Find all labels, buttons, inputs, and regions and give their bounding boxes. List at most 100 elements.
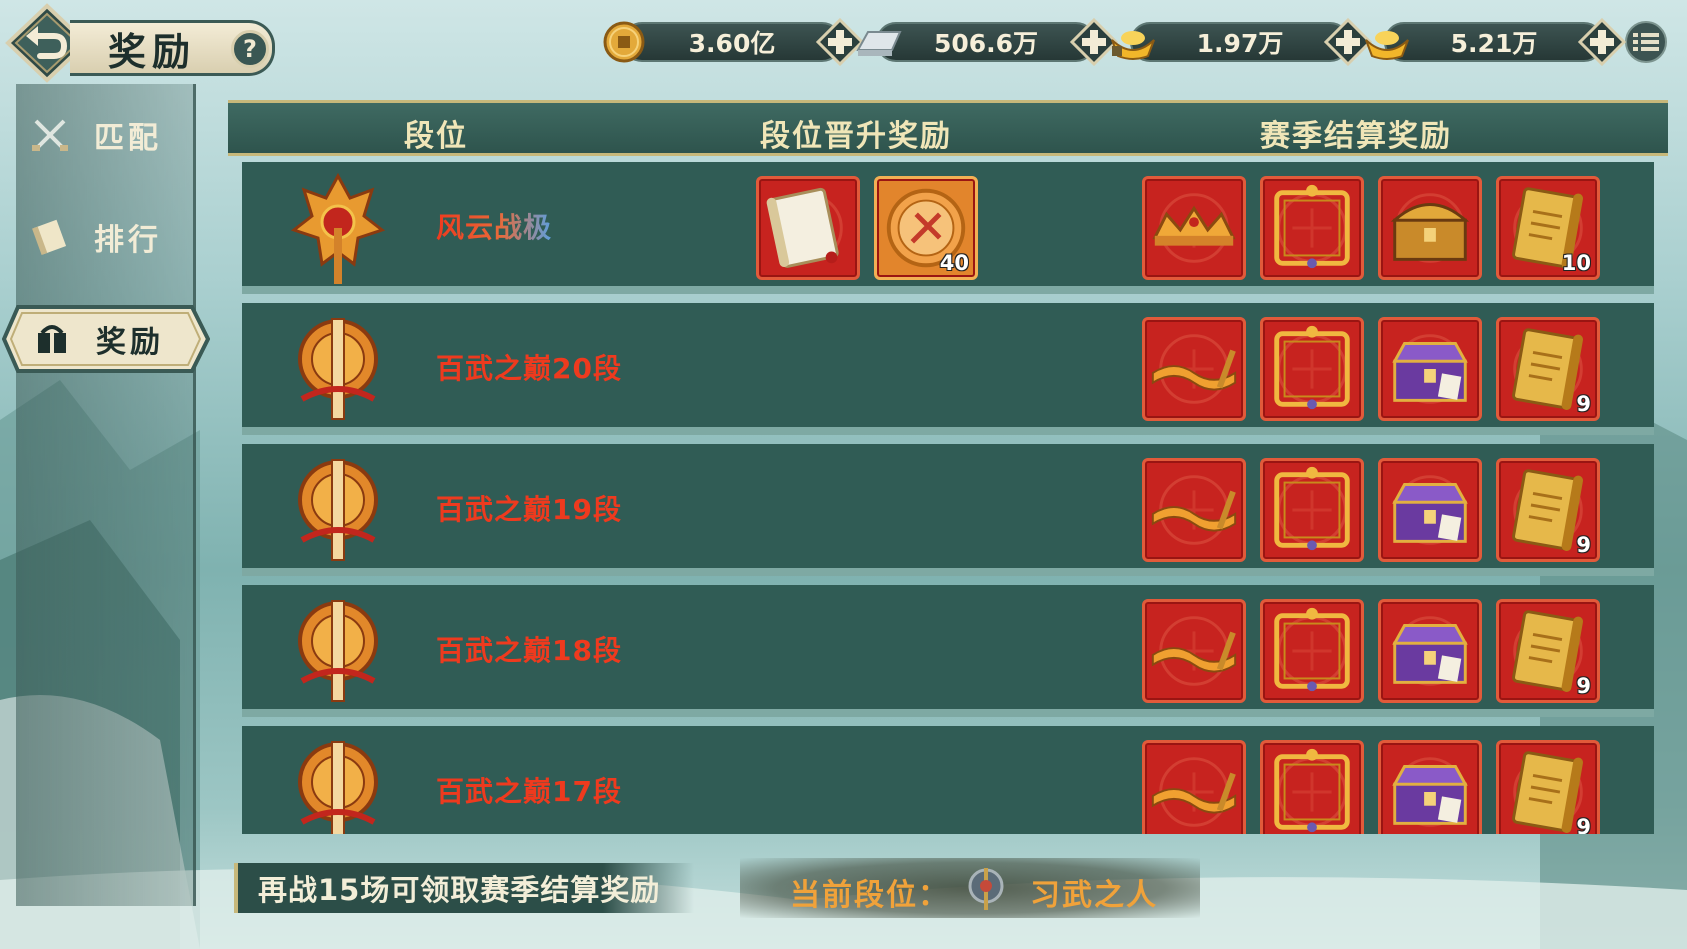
rank-emblem-icon bbox=[298, 318, 378, 420]
golden-banner-icon bbox=[1151, 616, 1237, 686]
reward-item-tile[interactable] bbox=[1142, 458, 1246, 562]
purple-chest-icon bbox=[1392, 616, 1468, 686]
sidebar-item-match[interactable]: 匹配 bbox=[0, 100, 200, 170]
reward-item-tile[interactable] bbox=[1260, 599, 1364, 703]
purple-chest-icon bbox=[1392, 757, 1468, 827]
currency-value: 5.21万 bbox=[1450, 29, 1538, 58]
reward-item-tile[interactable] bbox=[1260, 458, 1364, 562]
table-row[interactable]: 百武之巅20段 9 bbox=[242, 303, 1654, 435]
scroll-icon bbox=[32, 219, 67, 255]
table-row[interactable]: 风云战极 40 10 bbox=[242, 162, 1654, 294]
reward-item-tile[interactable]: 10 bbox=[1496, 176, 1600, 280]
reward-count: 40 bbox=[939, 251, 969, 275]
currency-value: 3.60亿 bbox=[688, 29, 776, 58]
reward-item-tile[interactable] bbox=[1142, 599, 1246, 703]
currency-silver: 506.6万 bbox=[854, 18, 1118, 66]
help-icon: ? bbox=[243, 35, 257, 63]
table-header: 段位 段位晋升奖励 赛季结算奖励 bbox=[228, 100, 1668, 156]
rank-name: 百武之巅18段 bbox=[436, 634, 622, 667]
reward-item-tile[interactable] bbox=[1142, 317, 1246, 421]
reward-item-tile[interactable]: 9 bbox=[1496, 317, 1600, 421]
gold-ingot-locked-icon bbox=[1111, 31, 1155, 60]
rank-emblem-icon bbox=[298, 741, 378, 834]
sidebar-item-label: 匹配 bbox=[94, 121, 162, 156]
sidebar-item-reward[interactable]: 奖励 bbox=[2, 304, 210, 374]
gold-ingot-icon bbox=[1365, 31, 1409, 60]
purple-chest-icon bbox=[1392, 334, 1468, 404]
currency-value-pill: 3.60亿 bbox=[622, 22, 842, 62]
table-body[interactable]: 风云战极 40 10 百武之巅20段 9 百武之巅19段 9 百武之巅18段 9 百武之巅17段 9 bbox=[242, 162, 1654, 834]
reward-item-tile[interactable] bbox=[1378, 599, 1482, 703]
current-rank-name: 习武之人 bbox=[1030, 878, 1158, 913]
reward-item-tile[interactable]: 9 bbox=[1496, 458, 1600, 562]
remaining-matches-banner: 再战15场可领取赛季结算奖励 bbox=[234, 863, 694, 913]
rank-emblem-icon bbox=[290, 172, 386, 284]
reward-item-tile[interactable] bbox=[1260, 740, 1364, 834]
reward-item-tile[interactable] bbox=[1260, 176, 1364, 280]
reward-item-tile[interactable] bbox=[1378, 740, 1482, 834]
purple-chest-icon bbox=[1392, 475, 1468, 545]
list-menu-icon bbox=[1633, 33, 1659, 51]
reward-count: 9 bbox=[1576, 674, 1591, 698]
menu-button[interactable] bbox=[1625, 21, 1667, 63]
reward-item-tile[interactable] bbox=[1260, 317, 1364, 421]
reward-count: 9 bbox=[1576, 815, 1591, 834]
ornate-frame-icon bbox=[1274, 325, 1350, 410]
currency-value: 1.97万 bbox=[1196, 29, 1284, 58]
reward-icon bbox=[38, 325, 66, 353]
reward-item-tile[interactable] bbox=[1378, 176, 1482, 280]
current-rank-label: 当前段位： bbox=[790, 878, 950, 913]
reward-count: 9 bbox=[1576, 533, 1591, 557]
golden-banner-icon bbox=[1151, 475, 1237, 545]
ornate-frame-icon bbox=[1274, 748, 1350, 833]
table-row[interactable]: 百武之巅19段 9 bbox=[242, 444, 1654, 576]
sidebar-item-ranking[interactable]: 排行 bbox=[0, 202, 200, 272]
rank-emblem-icon bbox=[298, 600, 378, 702]
reward-item-tile[interactable] bbox=[1378, 317, 1482, 421]
copper-coin-icon bbox=[603, 21, 645, 63]
currency-copper: 3.60亿 bbox=[600, 18, 864, 66]
current-rank-banner: 当前段位： 习武之人 bbox=[740, 858, 1200, 918]
reward-item-tile[interactable]: 9 bbox=[1496, 599, 1600, 703]
table-row[interactable]: 百武之巅18段 9 bbox=[242, 585, 1654, 717]
help-button[interactable]: ? bbox=[231, 30, 269, 68]
currency-gold: 5.21万 bbox=[1362, 18, 1626, 66]
ornate-frame-icon bbox=[1274, 184, 1350, 269]
header-season-rewards: 赛季结算奖励 bbox=[1260, 119, 1452, 154]
rank-name: 百武之巅19段 bbox=[436, 493, 622, 526]
rewards-table: 段位 段位晋升奖励 赛季结算奖励 风云战极 40 10 百武之巅20段 9 百武之巅19段… bbox=[228, 100, 1668, 840]
scroll-book-icon bbox=[766, 187, 843, 268]
treasure-chest-icon bbox=[1390, 193, 1470, 263]
rank-name: 百武之巅17段 bbox=[436, 775, 622, 808]
reward-item-tile[interactable]: 9 bbox=[1496, 740, 1600, 834]
golden-banner-icon bbox=[1151, 757, 1237, 827]
currency-value: 506.6万 bbox=[933, 29, 1039, 58]
reward-item-tile[interactable] bbox=[1378, 458, 1482, 562]
reward-item-tile[interactable] bbox=[756, 176, 860, 280]
add-gold-button[interactable] bbox=[1578, 18, 1626, 66]
header-promotion-rewards: 段位晋升奖励 bbox=[760, 119, 952, 154]
rank-name: 百武之巅20段 bbox=[436, 352, 622, 385]
header-rank: 段位 bbox=[404, 119, 468, 154]
sidebar-item-label: 排行 bbox=[94, 223, 162, 258]
reward-count: 10 bbox=[1561, 251, 1591, 275]
page-title: 奖励 bbox=[108, 28, 197, 74]
currency-value-pill: 5.21万 bbox=[1384, 22, 1604, 62]
remaining-matches-text: 再战15场可领取赛季结算奖励 bbox=[258, 873, 661, 907]
rank-name: 风云战极 bbox=[436, 206, 552, 246]
table-row[interactable]: 百武之巅17段 9 bbox=[242, 726, 1654, 834]
ornate-frame-icon bbox=[1274, 466, 1350, 551]
golden-banner-icon bbox=[1151, 334, 1237, 404]
reward-count: 9 bbox=[1576, 392, 1591, 416]
reward-item-tile[interactable]: 40 bbox=[874, 176, 978, 280]
sidebar-item-label: 奖励 bbox=[96, 325, 164, 360]
currency-value-pill: 506.6万 bbox=[876, 22, 1096, 62]
reward-item-tile[interactable] bbox=[1142, 176, 1246, 280]
current-rank-emblem-icon bbox=[968, 868, 1004, 910]
crown-icon bbox=[1152, 193, 1236, 263]
crossed-swords-icon bbox=[32, 119, 68, 151]
ornate-frame-icon bbox=[1274, 607, 1350, 692]
silver-ingot-icon bbox=[856, 31, 902, 56]
reward-item-tile[interactable] bbox=[1142, 740, 1246, 834]
currency-bound-gold: 1.97万 bbox=[1108, 18, 1372, 66]
